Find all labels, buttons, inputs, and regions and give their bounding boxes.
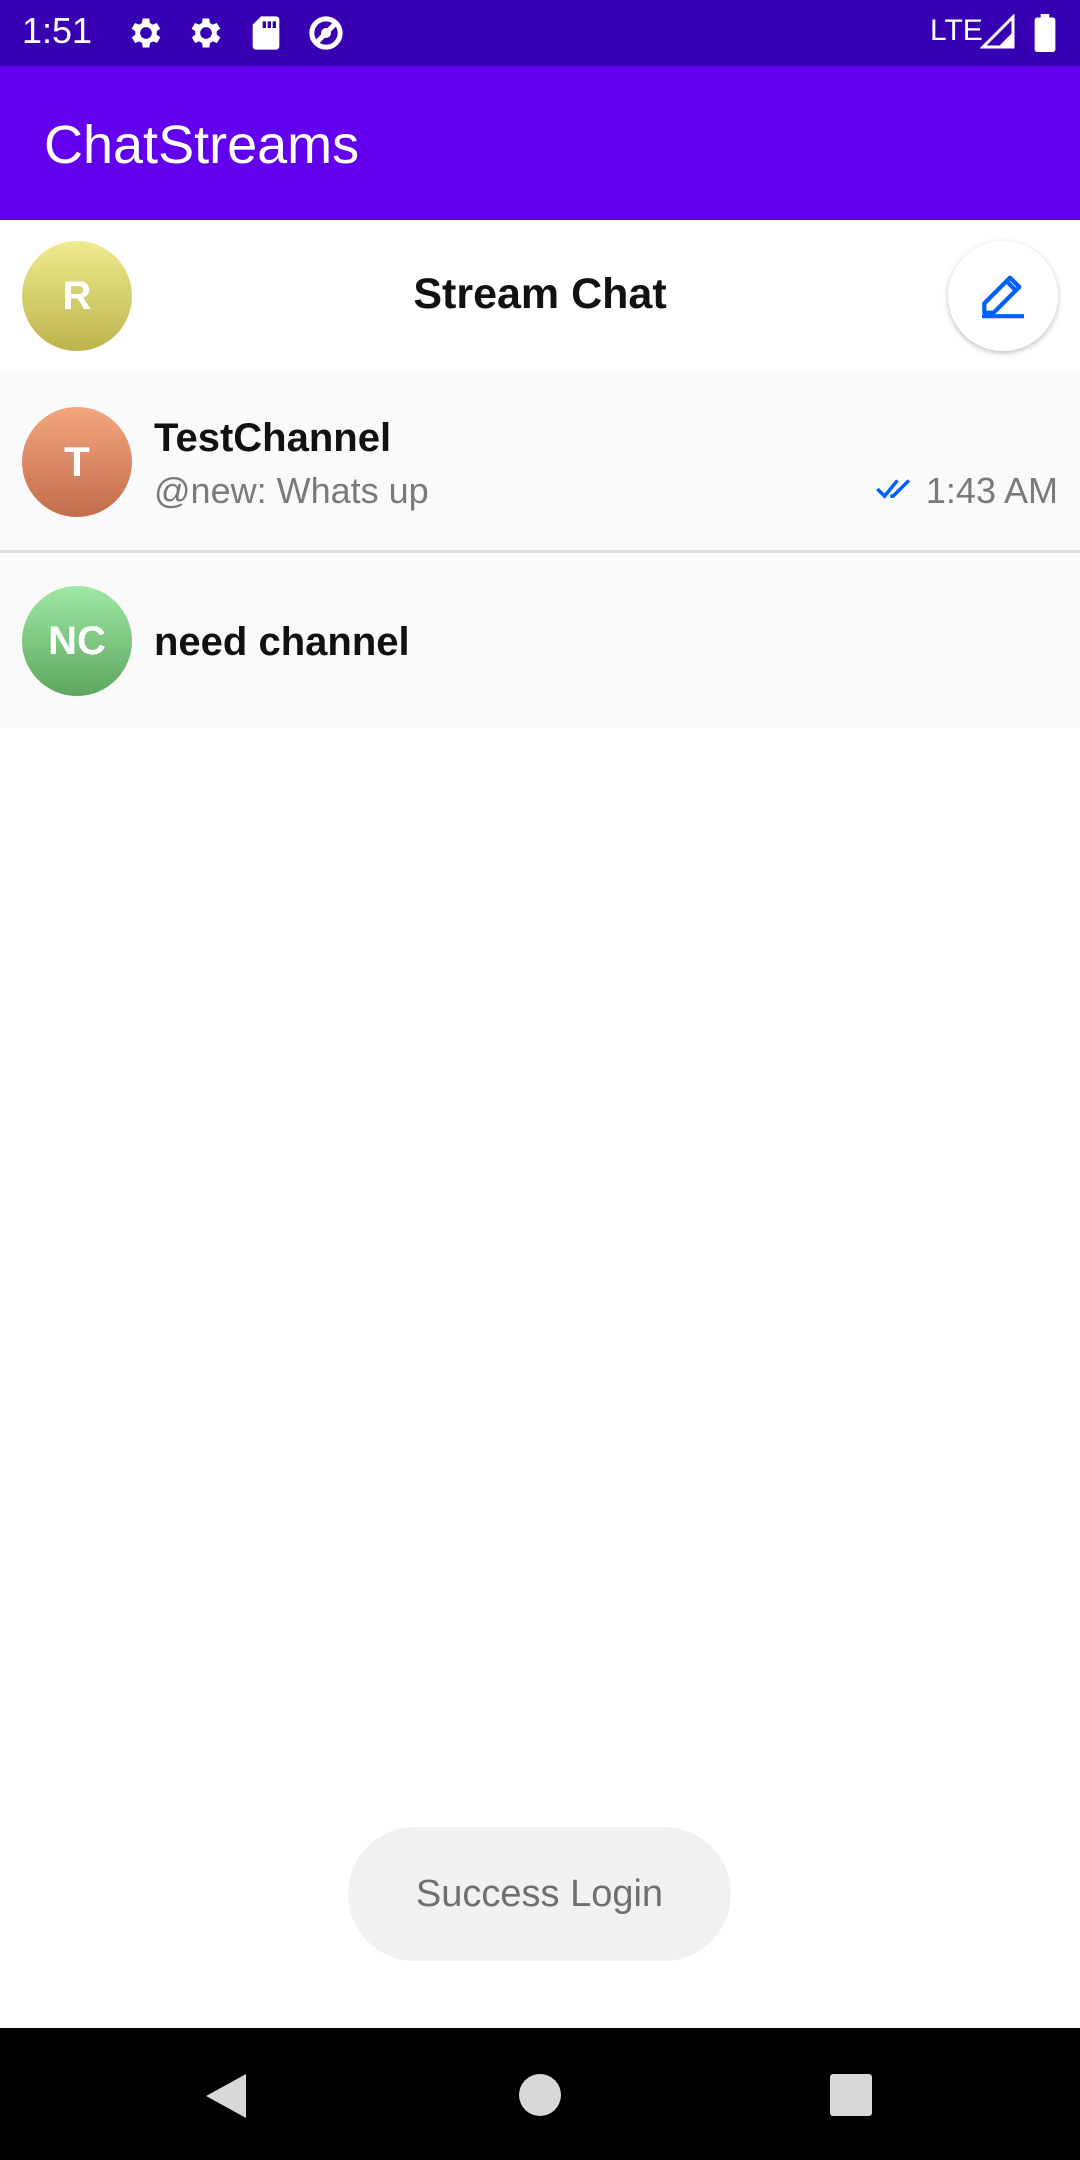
- last-message-preview: @new: Whats up: [154, 470, 429, 511]
- channel-avatar-initials: NC: [48, 618, 106, 663]
- channel-item-need-channel[interactable]: NC need channel: [0, 553, 1080, 728]
- channel-item-testchannel[interactable]: T TestChannel @new: Whats up 1:43 AM: [0, 372, 1080, 553]
- status-notification-icons: [126, 13, 346, 58]
- double-check-icon: [876, 470, 916, 512]
- app-title: ChatStreams: [44, 115, 360, 175]
- header-title: Stream Chat: [413, 270, 667, 318]
- signal-icon: [979, 13, 1016, 55]
- battery-icon: [1034, 14, 1056, 57]
- channel-list-header: R Stream Chat: [0, 220, 1080, 375]
- last-message-time: 1:43 AM: [925, 470, 1058, 511]
- channel-name: TestChannel: [154, 416, 392, 460]
- channel-avatar: T: [22, 407, 132, 517]
- status-bar: 1:51 LTE: [0, 0, 1080, 66]
- sd-card-icon: [246, 13, 286, 58]
- channel-avatar: NC: [22, 586, 132, 696]
- recents-icon[interactable]: [830, 2074, 872, 2116]
- new-channel-button[interactable]: [948, 241, 1058, 351]
- back-icon[interactable]: [204, 2072, 248, 2125]
- channel-avatar-initials: T: [64, 438, 90, 485]
- system-navigation-bar: [0, 2028, 1080, 2160]
- status-time: 1:51: [22, 10, 93, 51]
- toast-message: Success Login: [348, 1827, 731, 1961]
- data-saver-icon: [306, 13, 346, 58]
- home-icon[interactable]: [519, 2074, 561, 2116]
- settings-icon: [126, 13, 166, 58]
- network-type: LTE: [930, 14, 983, 47]
- last-message-meta: 1:43 AM: [876, 470, 1058, 512]
- settings-icon: [186, 13, 226, 58]
- app-bar: ChatStreams: [0, 66, 1080, 220]
- channel-name: need channel: [154, 620, 410, 664]
- toast-text: Success Login: [415, 1872, 664, 1915]
- pencil-icon: [975, 266, 1031, 327]
